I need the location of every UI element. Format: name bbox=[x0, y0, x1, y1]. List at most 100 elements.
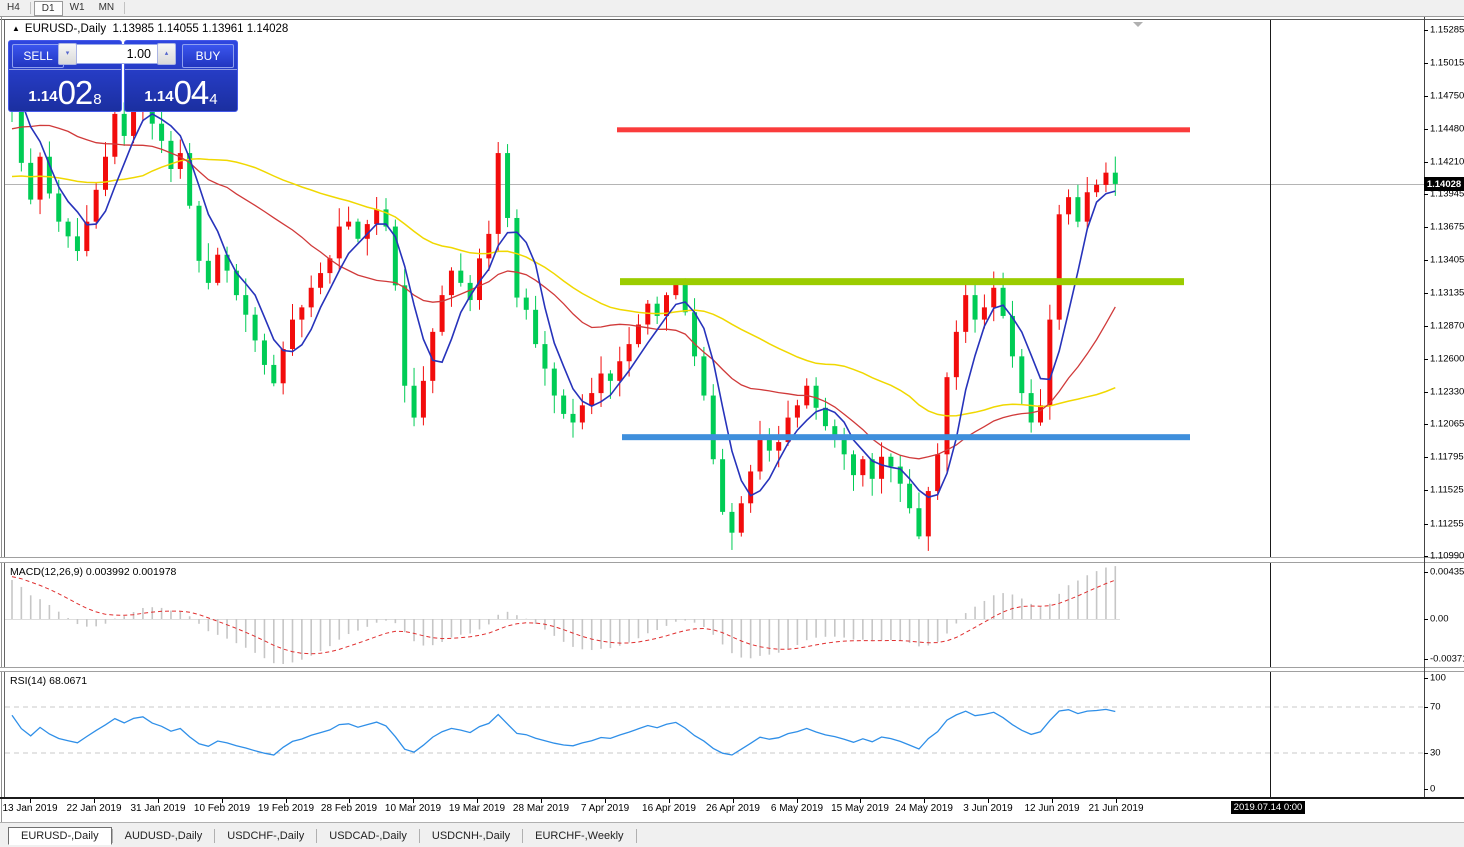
date-axis-label: 10 Mar 2019 bbox=[385, 803, 441, 814]
rsi-panel-canvas[interactable] bbox=[0, 672, 1425, 798]
date-axis-label: 13 Jan 2019 bbox=[2, 803, 57, 814]
lot-size-input[interactable] bbox=[77, 44, 157, 64]
toolbar-bottom-border bbox=[0, 16, 1464, 17]
chart-tab-usdcnh[interactable]: USDCNH-,Daily bbox=[420, 827, 522, 845]
axis-tick bbox=[1424, 424, 1428, 425]
buy-price-sup: 4 bbox=[209, 92, 217, 107]
chart-tab-audusd[interactable]: AUDUSD-,Daily bbox=[113, 827, 215, 845]
price-axis-label: 1.11795 bbox=[1430, 452, 1464, 463]
date-axis-label: 3 Jun 2019 bbox=[963, 803, 1013, 814]
tab-separator bbox=[636, 829, 637, 843]
price-axis-label: 1.14480 bbox=[1430, 124, 1464, 135]
current-price-tag: 1.14028 bbox=[1424, 177, 1464, 191]
timeframe-button-w1[interactable]: W1 bbox=[63, 1, 92, 15]
price-axis-label: 1.14210 bbox=[1430, 157, 1464, 168]
axis-tick bbox=[1424, 30, 1428, 31]
date-axis-label: 24 May 2019 bbox=[895, 803, 953, 814]
buy-price-big: 04 bbox=[174, 78, 209, 107]
rsi-axis-label: 100 bbox=[1430, 673, 1446, 684]
axis-tick bbox=[1424, 227, 1428, 228]
buy-button[interactable]: BUY bbox=[182, 44, 234, 68]
toolbar-separator bbox=[30, 2, 31, 14]
lot-size-control: ▾ ▴ bbox=[58, 42, 184, 66]
date-axis-label: 28 Mar 2019 bbox=[513, 803, 569, 814]
axis-tick bbox=[1424, 789, 1428, 790]
axis-tick bbox=[1424, 326, 1428, 327]
date-axis[interactable]: 13 Jan 2019 22 Jan 2019 31 Jan 2019 10 Feb … bbox=[0, 797, 1464, 822]
buy-price: 1.14 04 4 bbox=[125, 71, 237, 111]
chart-tab-eurchf[interactable]: EURCHF-,Weekly bbox=[523, 827, 635, 845]
date-axis-label: 12 Jun 2019 bbox=[1024, 803, 1079, 814]
macd-name: MACD(12,26,9) bbox=[10, 566, 83, 578]
date-axis-line bbox=[0, 797, 1464, 799]
timeframe-button-mn[interactable]: MN bbox=[92, 1, 122, 15]
date-axis-label: 21 Jun 2019 bbox=[1088, 803, 1143, 814]
sell-button[interactable]: SELL bbox=[12, 44, 64, 68]
axis-tick bbox=[1424, 619, 1428, 620]
date-axis-label: 10 Feb 2019 bbox=[194, 803, 250, 814]
price-axis-label: 1.13135 bbox=[1430, 288, 1464, 299]
price-axis-label: 1.13405 bbox=[1430, 255, 1464, 266]
price-axis-label: 1.12870 bbox=[1430, 321, 1464, 332]
sell-price-small: 1.14 bbox=[28, 89, 57, 104]
sell-price: 1.14 02 8 bbox=[9, 71, 121, 111]
price-axis-label: 1.14750 bbox=[1430, 91, 1464, 102]
price-axis-label: 1.15015 bbox=[1430, 58, 1464, 69]
timeframe-button-d1[interactable]: D1 bbox=[34, 1, 63, 16]
rsi-name: RSI(14) bbox=[10, 675, 46, 687]
axis-tick bbox=[1424, 659, 1428, 660]
macd-axis-label: 0.00 bbox=[1430, 614, 1449, 625]
sell-price-sup: 8 bbox=[93, 92, 101, 107]
price-axis-label: 1.12600 bbox=[1430, 354, 1464, 365]
axis-tick bbox=[1424, 457, 1428, 458]
lot-increase-button[interactable]: ▴ bbox=[157, 43, 176, 65]
axis-tick bbox=[1424, 293, 1428, 294]
axis-tick bbox=[1424, 63, 1428, 64]
collapse-panel-icon[interactable]: ▲ bbox=[12, 24, 20, 33]
date-axis-label: 31 Jan 2019 bbox=[130, 803, 185, 814]
price-axis-label: 1.13675 bbox=[1430, 222, 1464, 233]
price-axis-label: 1.10990 bbox=[1430, 551, 1464, 562]
date-axis-label: 7 Apr 2019 bbox=[581, 803, 629, 814]
toolbar-separator bbox=[124, 2, 125, 14]
chart-symbol-label: EURUSD-,Daily bbox=[25, 23, 106, 35]
axis-tick bbox=[1424, 96, 1428, 97]
axis-tick bbox=[1424, 490, 1428, 491]
date-axis-label: 28 Feb 2019 bbox=[321, 803, 377, 814]
rsi-axis-label: 0 bbox=[1430, 784, 1435, 795]
date-axis-label: 19 Mar 2019 bbox=[449, 803, 505, 814]
chart-tab-usdchf[interactable]: USDCHF-,Daily bbox=[215, 827, 316, 845]
rsi-axis-label: 70 bbox=[1430, 702, 1441, 713]
rsi-label: RSI(14) 68.0671 bbox=[10, 675, 87, 687]
macd-label: MACD(12,26,9) 0.003992 0.001978 bbox=[10, 566, 176, 578]
rsi-value: 68.0671 bbox=[49, 675, 87, 687]
price-axis-label: 1.11255 bbox=[1430, 519, 1464, 530]
buy-price-small: 1.14 bbox=[144, 89, 173, 104]
axis-tick bbox=[1424, 162, 1428, 163]
chart-tab-eurusd[interactable]: EURUSD-,Daily bbox=[8, 827, 112, 845]
axis-tick bbox=[1424, 194, 1428, 195]
price-axis[interactable]: 1.152851.150151.147501.144801.142101.139… bbox=[1424, 0, 1464, 822]
macd-values: 0.003992 0.001978 bbox=[86, 566, 177, 578]
axis-tick bbox=[1424, 678, 1428, 679]
date-axis-label: 26 Apr 2019 bbox=[706, 803, 760, 814]
date-axis-label: 16 Apr 2019 bbox=[642, 803, 696, 814]
lot-decrease-button[interactable]: ▾ bbox=[58, 43, 77, 65]
chart-tab-usdcad[interactable]: USDCAD-,Daily bbox=[317, 827, 419, 845]
timeframe-toolbar: H4 D1W1MN bbox=[0, 0, 1464, 16]
chart-title: ▲ EURUSD-,Daily 1.13985 1.14055 1.13961 1… bbox=[12, 23, 288, 37]
timeframe-button-h4[interactable]: H4 bbox=[0, 1, 27, 15]
price-axis-label: 1.11525 bbox=[1430, 485, 1464, 496]
rsi-axis-label: 30 bbox=[1430, 748, 1441, 759]
price-axis-label: 1.12330 bbox=[1430, 387, 1464, 398]
price-axis-label: 1.12065 bbox=[1430, 419, 1464, 430]
mt4-window: H4 D1W1MN ▲ EURUSD-,Daily 1.13985 1.14055 … bbox=[0, 0, 1464, 847]
axis-tick bbox=[1424, 260, 1428, 261]
date-axis-label: 22 Jan 2019 bbox=[66, 803, 121, 814]
macd-axis-label: 0.004359 bbox=[1430, 567, 1464, 578]
date-axis-label: 19 Feb 2019 bbox=[258, 803, 314, 814]
axis-tick bbox=[1424, 556, 1428, 557]
chart-ohlc-values: 1.13985 1.14055 1.13961 1.14028 bbox=[112, 23, 288, 35]
price-axis-label: 1.15285 bbox=[1430, 25, 1464, 36]
macd-panel-canvas[interactable] bbox=[0, 563, 1425, 667]
